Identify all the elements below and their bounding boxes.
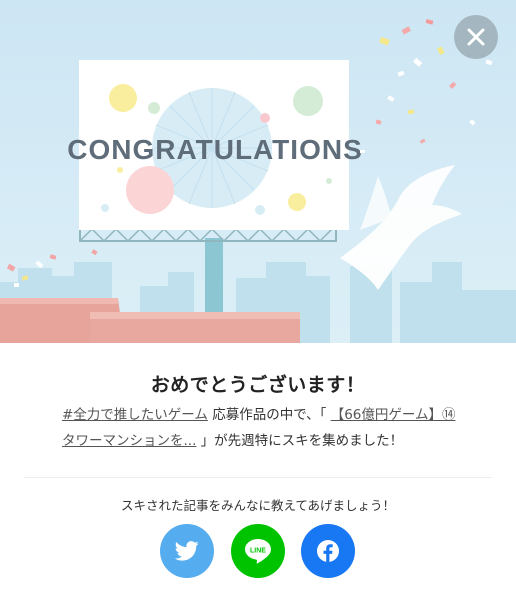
congratulations-headline: おめでとうございます！ [150, 374, 366, 396]
billboard-text: CONGRATULATIONS [67, 134, 363, 165]
facebook-icon [317, 540, 339, 562]
message-text-1: 応募作品の中で、「 [207, 407, 331, 423]
billboard-illustration: CONGRATULATIONS [0, 0, 516, 343]
hashtag-link[interactable]: #全力で推したいゲーム [62, 407, 208, 423]
congratulations-modal: CONGRATULATIONS おめでとうございます！ #全力で推したいゲーム … [0, 0, 516, 598]
divider [24, 477, 492, 478]
close-button[interactable] [454, 15, 498, 59]
facebook-share-button[interactable] [301, 524, 355, 578]
spotlight-message: #全力で推したいゲーム 応募作品の中で、「 【66億円ゲーム】⑭タワーマンション… [62, 402, 462, 454]
close-icon [467, 28, 485, 46]
hero-illustration: CONGRATULATIONS [0, 0, 516, 343]
svg-text:LINE: LINE [250, 548, 266, 555]
twitter-share-button[interactable] [160, 524, 214, 578]
line-share-button[interactable]: LINE [231, 524, 285, 578]
twitter-bird-icon [175, 541, 199, 561]
share-prompt: スキされた記事をみんなに教えてあげましょう！ [120, 498, 395, 513]
line-icon: LINE [245, 539, 271, 564]
message-text-2: 」が先週特にスキを集めました！ [196, 433, 404, 449]
